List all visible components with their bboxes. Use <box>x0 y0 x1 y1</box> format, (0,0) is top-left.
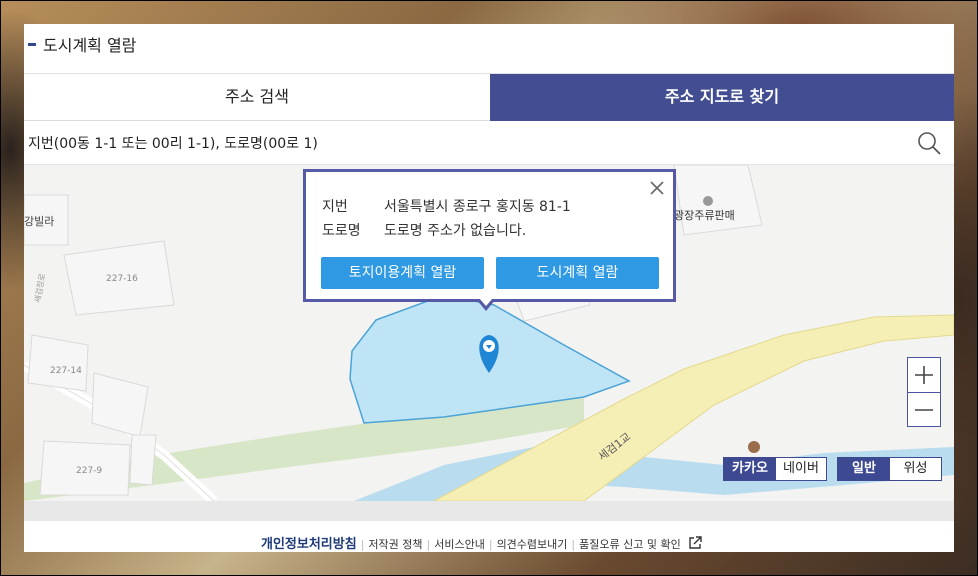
store-poi-icon <box>703 196 713 206</box>
search-icon[interactable] <box>916 130 942 156</box>
copyright-policy-link[interactable]: 저작권 정책 <box>368 538 422 551</box>
normal-map-button[interactable]: 일반 <box>838 458 890 480</box>
panel-header: 도시계획 열람 <box>24 24 954 74</box>
building <box>91 372 149 438</box>
map-label-parcel: 227-14 <box>50 366 82 376</box>
footer: 개인정보처리방침 | 저작권 정책 | 서비스안내 | 의견수렴보내기 | 품질오류 신고 및 … <box>24 501 954 552</box>
zoom-in-icon[interactable] <box>908 358 940 393</box>
city-plan-button[interactable]: 도시계획 열람 <box>496 257 659 289</box>
separator: | <box>426 538 431 551</box>
feedback-link[interactable]: 의견수렴보내기 <box>497 538 568 551</box>
map-label-parcel: 227-9 <box>76 466 102 476</box>
privacy-policy-link[interactable]: 개인정보처리방침 <box>261 537 357 552</box>
building <box>673 165 763 236</box>
footer-links: 개인정보처리방침 | 저작권 정책 | 서비스안내 | 의견수렴보내기 | 품질오류 신고 및 … <box>261 533 702 552</box>
separator: | <box>571 538 576 551</box>
tab-find-on-map[interactable]: 주소 지도로 찾기 <box>490 74 954 121</box>
map-label-villa: 강빌라 <box>24 215 54 228</box>
tab-address-search[interactable]: 주소 검색 <box>24 74 490 121</box>
map-view[interactable]: 강빌라 227-16 227-14 227-9 광장주류판매 세검1교 세검정로… <box>24 165 954 501</box>
popup-tail-inner <box>479 298 493 306</box>
zoom-out-icon[interactable] <box>908 393 940 427</box>
temple-poi-icon <box>748 441 760 453</box>
separator: | <box>360 538 365 551</box>
city-plan-panel: 도시계획 열람 주소 검색 주소 지도로 찾기 지번(00동 1-1 또는 00… <box>24 24 954 552</box>
kakao-map-button[interactable]: 카카오 <box>724 458 776 480</box>
land-use-plan-button[interactable]: 토지이용계획 열람 <box>321 257 484 289</box>
address-search-input[interactable] <box>26 130 910 158</box>
footer-divider <box>24 501 954 521</box>
panel-title: 도시계획 열람 <box>43 36 137 55</box>
service-guide-link[interactable]: 서비스안내 <box>434 538 485 551</box>
separator: | <box>488 538 493 551</box>
jibun-value: 서울특별시 종로구 홍지동 81-1 <box>384 199 571 215</box>
map-label-road: 세검정로 <box>32 273 47 304</box>
zoom-control <box>907 357 941 427</box>
building <box>27 334 89 392</box>
search-bar <box>24 122 954 165</box>
building <box>129 434 157 486</box>
external-link-icon[interactable] <box>688 536 702 550</box>
satellite-map-button[interactable]: 위성 <box>890 458 941 480</box>
map-provider-toggle: 카카오 네이버 <box>723 457 827 481</box>
map-type-toggle: 일반 위성 <box>837 457 942 481</box>
road-address-row: 도로명 도로명 주소가 없습니다. <box>322 220 526 240</box>
road-address-value: 도로명 주소가 없습니다. <box>384 223 527 239</box>
title-marker <box>28 43 36 46</box>
parcel-info-popup: 지번 서울특별시 종로구 홍지동 81-1 도로명 도로명 주소가 없습니다. 토지… <box>303 169 676 311</box>
map-label-parcel: 227-16 <box>106 274 138 284</box>
jibun-label: 지번 <box>322 199 348 215</box>
jibun-row: 지번 서울특별시 종로구 홍지동 81-1 <box>322 196 571 216</box>
naver-map-button[interactable]: 네이버 <box>776 458 826 480</box>
close-icon[interactable] <box>649 180 665 196</box>
quality-report-link[interactable]: 품질오류 신고 및 확인 <box>579 538 681 551</box>
tab-bar: 주소 검색 주소 지도로 찾기 <box>24 74 954 121</box>
road-address-label: 도로명 <box>322 223 361 239</box>
map-label-store: 광장주류판매 <box>674 209 735 222</box>
